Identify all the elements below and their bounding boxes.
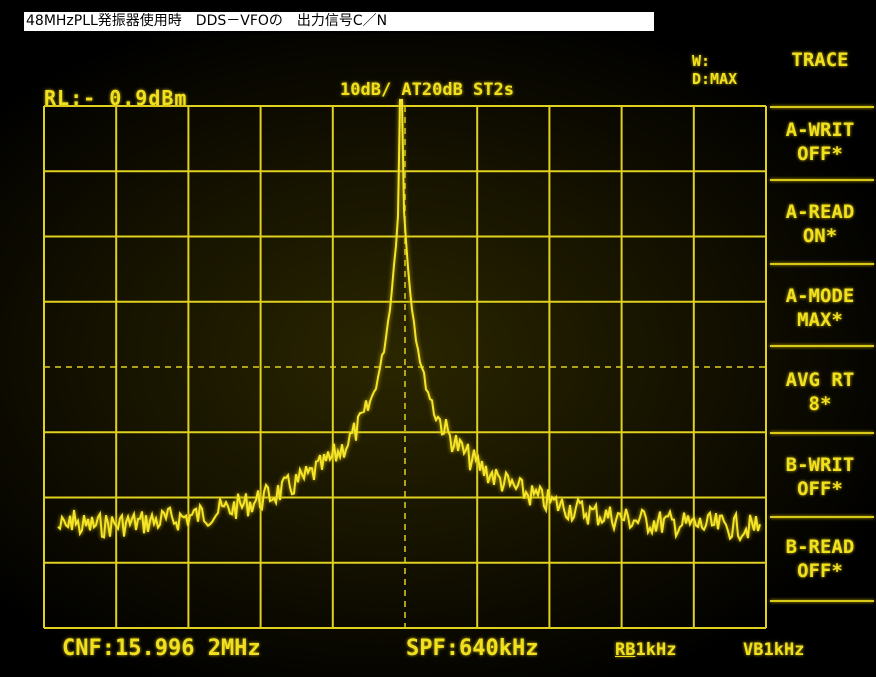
menu-separator: [770, 345, 874, 347]
menu-separator: [770, 432, 874, 434]
menu-value: ON*: [802, 225, 838, 247]
menu-separator: [770, 263, 874, 265]
menu-separator: [770, 179, 874, 181]
w-label: W:: [692, 52, 711, 70]
menu-separator: [770, 516, 874, 518]
video-bandwidth: VB1kHz: [743, 640, 805, 660]
rbw-value: 1kHz: [635, 640, 677, 660]
scale-setting: 10dB/ AT20dB ST2s: [340, 80, 514, 100]
d-label: D:MAX: [692, 70, 738, 88]
menu-item-avg-rt[interactable]: AVG RT 8*: [768, 368, 872, 416]
menu-label: TRACE: [791, 49, 849, 71]
menu-value: OFF*: [797, 478, 843, 500]
menu-label: A-MODE: [785, 285, 855, 307]
menu-item-b-writ[interactable]: B-WRIT OFF*: [768, 453, 872, 501]
resolution-bandwidth: RB1kHz: [615, 640, 676, 660]
menu-item-trace[interactable]: TRACE: [768, 48, 872, 72]
menu-label: B-READ: [785, 536, 855, 558]
menu-value: 8*: [808, 393, 832, 415]
display-mode: W: D:MAX: [692, 52, 737, 88]
reference-level: RL:- 0.9dBm: [44, 86, 188, 110]
menu-item-a-mode[interactable]: A-MODE MAX*: [768, 284, 872, 332]
menu-value: OFF*: [797, 560, 843, 582]
graticule: [43, 105, 767, 629]
menu-item-a-writ[interactable]: A-WRIT OFF*: [768, 118, 872, 166]
menu-label: A-WRIT: [785, 119, 855, 141]
menu-label: AVG RT: [785, 369, 855, 391]
span-frequency: SPF:640kHz: [406, 636, 539, 661]
rbw-prefix: RB: [615, 640, 636, 660]
center-frequency: CNF:15.996 2MHz: [62, 636, 261, 661]
menu-item-b-read[interactable]: B-READ OFF*: [768, 535, 872, 583]
spectrum-trace: [57, 99, 761, 543]
menu-item-a-read[interactable]: A-READ ON*: [768, 200, 872, 248]
menu-value: MAX*: [797, 309, 843, 331]
menu-label: B-WRIT: [785, 454, 855, 476]
menu-separator: [770, 600, 874, 602]
menu-separator: [770, 106, 874, 108]
menu-label: A-READ: [785, 201, 855, 223]
menu-value: OFF*: [797, 143, 843, 165]
